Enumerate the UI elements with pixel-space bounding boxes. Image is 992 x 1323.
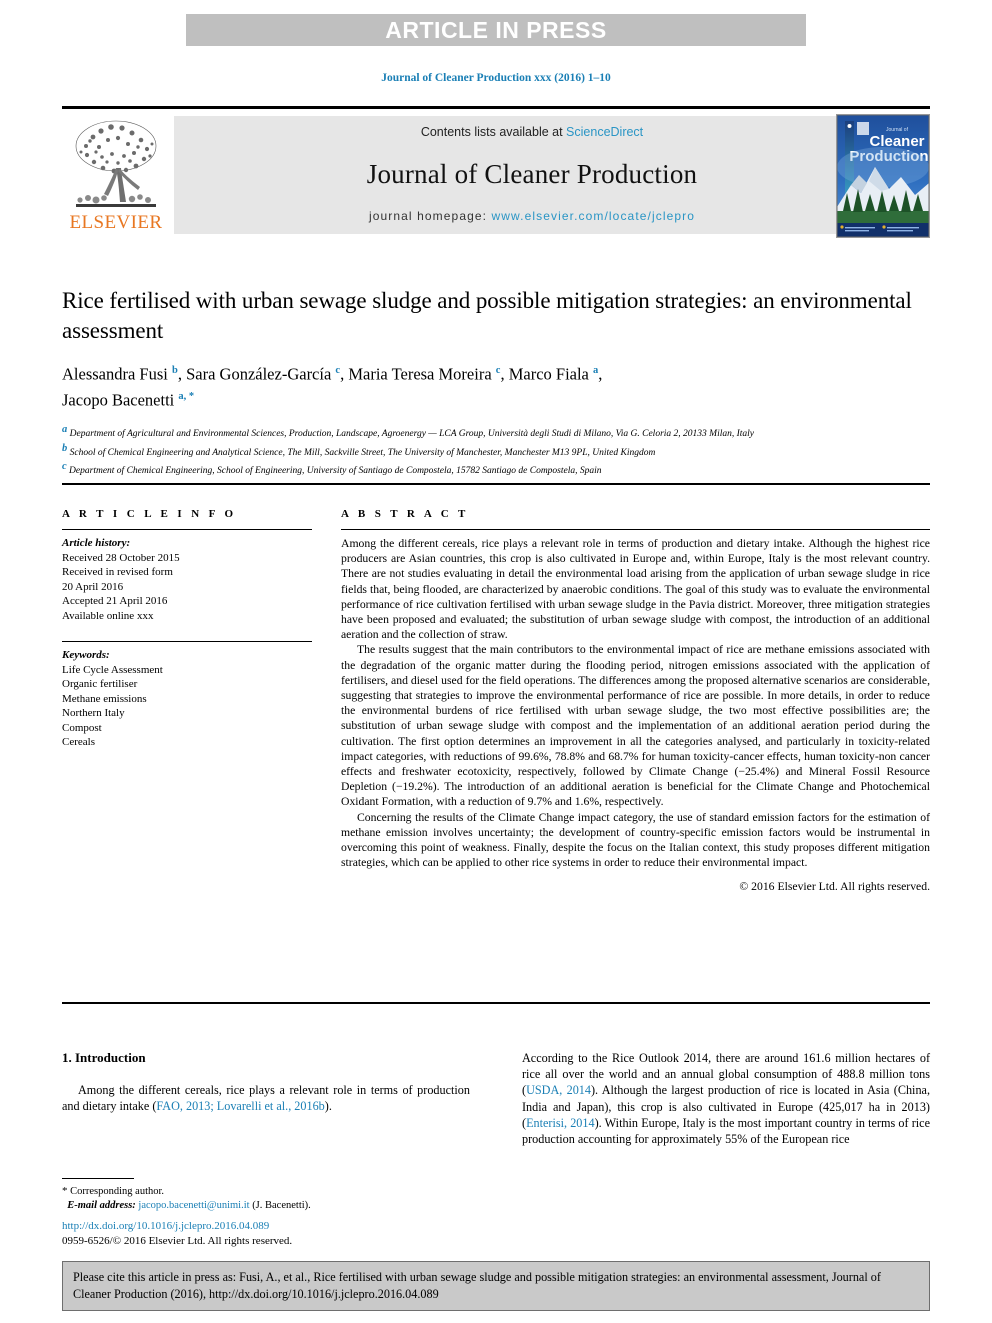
divider-below-abstract — [62, 1002, 930, 1004]
doi-block: http://dx.doi.org/10.1016/j.jclepro.2016… — [62, 1219, 562, 1248]
affiliation-c-text: Department of Chemical Engineering, Scho… — [69, 466, 602, 477]
email-link[interactable]: jacopo.bacenetti@unimi.it — [136, 1200, 249, 1211]
section-heading-introduction: 1. Introduction — [62, 1050, 146, 1065]
abstract-column: A B S T R A C T Among the different cere… — [341, 508, 930, 893]
sciencedirect-link[interactable]: ScienceDirect — [566, 125, 643, 139]
journal-homepage-link[interactable]: www.elsevier.com/locate/jclepro — [492, 209, 696, 223]
author-1: Alessandra Fusi — [62, 364, 172, 384]
article-in-press-label: ARTICLE IN PRESS — [385, 16, 607, 43]
please-cite-text: Please cite this article in press as: Fu… — [73, 1270, 881, 1301]
abstract-rule — [341, 529, 930, 530]
keywords-label: Keywords: — [62, 649, 110, 661]
abstract-copyright: © 2016 Elsevier Ltd. All rights reserved… — [739, 880, 930, 894]
masthead-center-band: Contents lists available at ScienceDirec… — [174, 116, 890, 234]
issn-copyright-line: 0959-6526/© 2016 Elsevier Ltd. All right… — [62, 1234, 293, 1247]
article-info-rule — [62, 529, 312, 530]
author-sep-2: , Maria Teresa Moreira — [340, 364, 496, 384]
footnote-divider — [62, 1178, 134, 1179]
keyword-item: Cereals — [62, 736, 95, 748]
abstract-paragraph: Concerning the results of the Climate Ch… — [341, 810, 930, 870]
affiliation-c: c Department of Chemical Engineering, Sc… — [62, 460, 930, 479]
introduction-paragraph-right: According to the Rice Outlook 2014, ther… — [522, 1050, 930, 1147]
history-item: Accepted 21 April 2016 — [62, 595, 168, 607]
abstract-paragraph: The results suggest that the main contri… — [341, 643, 930, 809]
journal-cover-thumbnail: Journal of Cleaner Production — [836, 114, 930, 238]
elsevier-tree-icon — [75, 120, 157, 207]
doi-link[interactable]: http://dx.doi.org/10.1016/j.jclepro.2016… — [62, 1219, 562, 1234]
author-5: Jacopo Bacenetti — [62, 390, 179, 409]
page-title: Rice fertilised with urban sewage sludge… — [62, 288, 912, 343]
affiliation-a-marker: a — [62, 424, 68, 435]
elsevier-logo: ELSEVIER — [62, 116, 170, 236]
journal-reference-line: Journal of Cleaner Production xxx (2016)… — [381, 72, 611, 84]
author-5-affiliation-marker[interactable]: a, * — [178, 391, 194, 402]
article-info-heading: A R T I C L E I N F O — [62, 508, 237, 520]
intro-text-part-2: ). — [324, 1099, 332, 1114]
contents-lists-prefix: Contents lists available at — [420, 125, 567, 139]
article-in-press-banner: ARTICLE IN PRESS — [186, 14, 806, 46]
corresponding-author-footnote: * Corresponding author. E-mail address: … — [62, 1178, 470, 1213]
keyword-item: Organic fertiliser — [62, 678, 138, 690]
email-address-label: E-mail address: — [67, 1200, 136, 1211]
author-sep-1: , Sara González-García — [177, 364, 336, 384]
citation-link[interactable]: FAO, 2013; Lovarelli et al., 2016b — [156, 1099, 324, 1113]
elsevier-wordmark: ELSEVIER — [69, 212, 163, 233]
abstract-heading: A B S T R A C T — [341, 508, 469, 520]
article-history-label: Article history: — [62, 537, 131, 549]
keywords-wrapper: Keywords: Life Cycle Assessment Organic … — [62, 641, 312, 750]
abstract-paragraph: Among the different cereals, rice plays … — [341, 537, 930, 642]
affiliation-c-marker: c — [62, 461, 67, 473]
author-list: Alessandra Fusi b, Sara González-García … — [62, 360, 930, 411]
article-info-column: A R T I C L E I N F O Article history: R… — [62, 508, 312, 750]
affiliation-a-text: Department of Agricultural and Environme… — [69, 429, 755, 440]
affiliation-a: a Department of Agricultural and Environ… — [62, 423, 930, 442]
journal-cover-image: Journal of Cleaner Production — [837, 115, 929, 237]
keywords-rule — [62, 641, 312, 642]
please-cite-box: Please cite this article in press as: Fu… — [62, 1261, 930, 1311]
affiliation-list: a Department of Agricultural and Environ… — [62, 423, 930, 479]
keywords-block: Keywords: Life Cycle Assessment Organic … — [62, 648, 312, 750]
keyword-item: Life Cycle Assessment — [62, 663, 163, 676]
body-right-column: According to the Rice Outlook 2014, ther… — [522, 1050, 930, 1147]
journal-homepage-line: journal homepage: www.elsevier.com/locat… — [369, 209, 695, 223]
history-item: Available online xxx — [62, 609, 154, 622]
body-left-column: 1. Introduction Among the different cere… — [62, 1050, 470, 1114]
affiliation-b-marker: b — [62, 442, 68, 454]
journal-title: Journal of Cleaner Production — [366, 158, 698, 189]
affiliation-b: b School of Chemical Engineering and Ana… — [62, 442, 930, 461]
affiliation-b-text: School of Chemical Engineering and Analy… — [69, 447, 656, 458]
corresponding-author-label: Corresponding author. — [67, 1186, 165, 1197]
article-history-block: Article history: Received 28 October 201… — [62, 536, 312, 623]
author-sep-4: , — [598, 364, 603, 384]
keyword-item: Methane emissions — [62, 692, 147, 705]
keyword-item: Northern Italy — [62, 707, 125, 719]
footnote-body: * Corresponding author. E-mail address: … — [62, 1184, 470, 1213]
history-item: Received in revised form — [62, 566, 173, 578]
title-block: Rice fertilised with urban sewage sludge… — [62, 286, 930, 479]
history-item: 20 April 2016 — [62, 580, 124, 593]
citation-link-enterisi[interactable]: Enterisi, 2014 — [526, 1116, 595, 1130]
citation-link-usda[interactable]: USDA, 2014 — [526, 1083, 591, 1097]
history-item: Received 28 October 2015 — [62, 551, 180, 564]
divider-above-abstract — [62, 483, 930, 485]
journal-homepage-prefix: journal homepage: — [368, 209, 492, 223]
contents-lists-line: Contents lists available at ScienceDirec… — [421, 125, 643, 139]
introduction-paragraph-left: Among the different cereals, rice plays … — [62, 1082, 470, 1114]
journal-masthead: ELSEVIER Contents lists available at Sci… — [62, 106, 930, 238]
email-owner: (J. Bacenetti). — [249, 1200, 311, 1211]
keyword-item: Compost — [62, 721, 102, 734]
author-sep-3: , Marco Fiala — [500, 364, 594, 384]
